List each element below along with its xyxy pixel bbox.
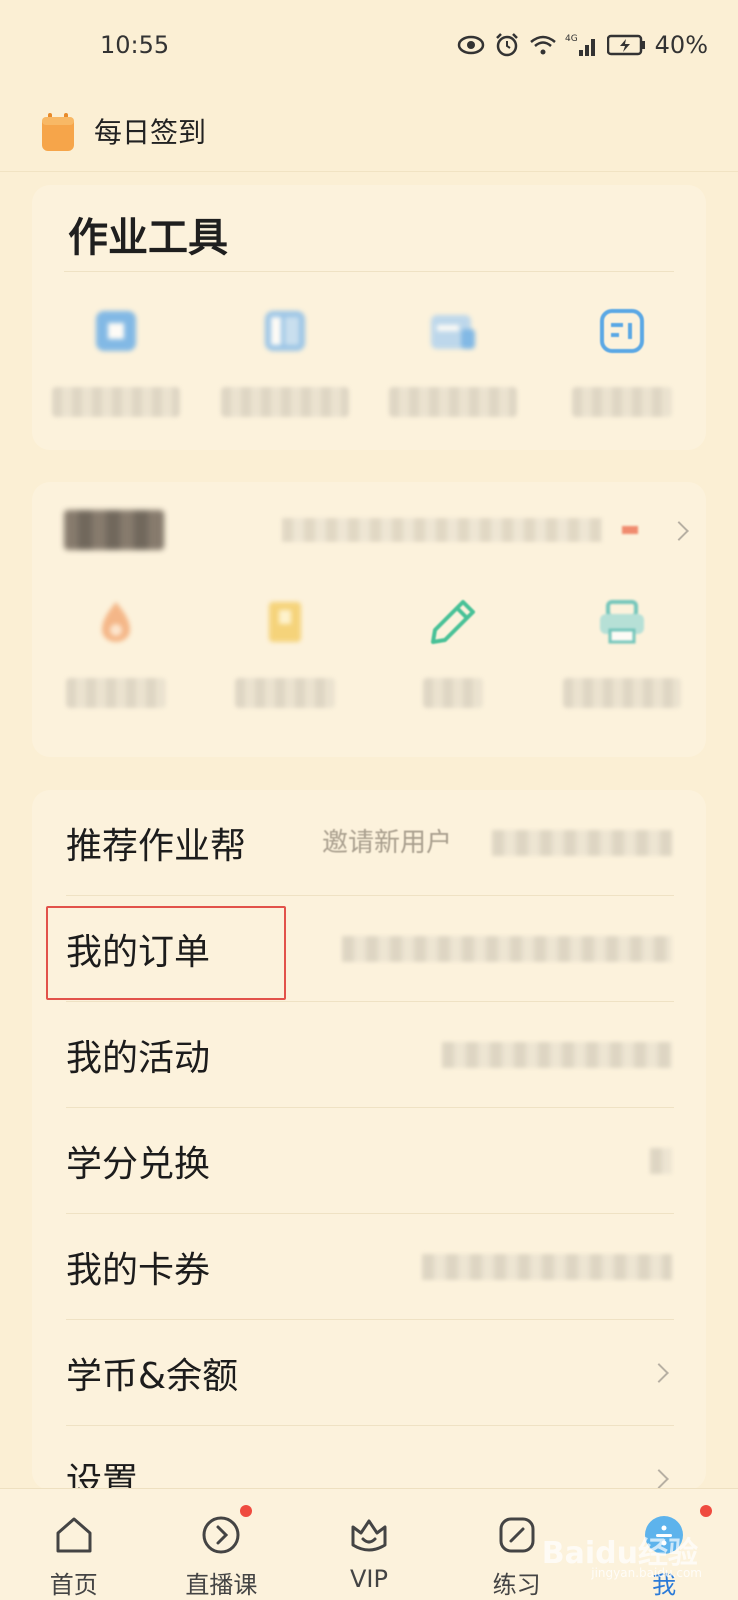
menu-item-settings[interactable]: 设置 [32,1426,706,1490]
baidu-watermark-url: jingyan.baidu.com [591,1566,702,1580]
status-time: 10:55 [100,31,170,59]
menu-item-recommend[interactable]: 推荐作业帮 邀请新用户 [32,790,706,896]
profile-badge-dot [700,1505,713,1517]
chevron-right-icon [649,1363,669,1383]
menu-item-hint-blur [422,1254,672,1280]
vip-crown-icon [351,1519,387,1552]
nav-live[interactable]: 直播课 [148,1489,296,1600]
menu-item-hint-blur [442,1042,672,1068]
tool-item-1[interactable] [32,303,201,417]
menu-item-label: 我的卡券 [66,1250,211,1291]
homework-tools-title: 作业工具 [68,215,228,261]
mall-grid [32,594,706,708]
chevron-right-icon [649,1469,669,1489]
mall-label-3 [423,678,484,708]
practice-pen-icon [499,1517,535,1553]
nav-label: 直播课 [185,1571,258,1599]
menu-list-card: 推荐作业帮 邀请新用户 我的订单 我的活动 学分兑换 我的卡券 学币&余额 设置 [32,790,706,1490]
mall-item-1[interactable] [32,594,201,708]
mall-label-2 [234,678,335,708]
status-icons: 4G 40% [457,31,708,59]
nav-vip[interactable]: VIP [295,1489,443,1600]
signal-icon: 4G [565,31,599,59]
tool-icon-4 [599,309,644,353]
menu-item-label: 我的活动 [66,1038,211,1079]
tool-item-2[interactable] [201,303,370,417]
daily-checkin-button[interactable]: 每日签到 [38,109,206,153]
menu-item-hint-blur [492,830,672,856]
nav-label: 练习 [492,1571,541,1599]
tool-icon-2 [264,311,305,351]
mall-icon-1 [102,602,131,642]
mall-item-3[interactable] [369,594,538,708]
nav-label: 首页 [49,1571,98,1599]
tool-label-3 [389,387,518,417]
mall-icon-2 [268,602,301,642]
tool-icon-3 [431,315,476,349]
header: 每日签到 [0,90,738,172]
printer-icon [599,600,644,644]
menu-item-label: 学分兑换 [66,1144,211,1185]
daily-checkin-label: 每日签到 [94,115,207,149]
nav-label: VIP [350,1565,388,1593]
menu-item-hint-blur [650,1148,672,1174]
chevron-right-icon [669,521,689,541]
tools-grid [32,303,706,417]
home-icon [56,1517,92,1553]
calendar-checkin-icon [42,112,74,151]
tool-item-3[interactable] [369,303,538,417]
eye-icon [457,31,485,59]
status-bar: 10:55 4G 40% [0,0,738,90]
menu-item-label: 设置 [66,1461,139,1490]
battery-icon [606,31,647,59]
menu-item-coins-balance[interactable]: 学币&余额 [32,1320,706,1426]
network-label: 4G [565,34,578,44]
live-play-icon [202,1516,240,1554]
battery-percent: 40% [654,31,708,59]
mall-subtitle [282,518,602,542]
pen-icon [431,600,476,644]
tool-label-4 [571,387,672,417]
tool-label-2 [220,387,349,417]
menu-item-credit-exchange[interactable]: 学分兑换 [32,1108,706,1214]
homework-tools-card: 作业工具 [32,185,706,450]
mall-header[interactable] [32,482,706,572]
live-badge-dot [239,1505,252,1517]
highlight-box [46,906,286,1000]
tool-item-4[interactable] [538,303,707,417]
tool-icon-1 [96,311,137,351]
mall-item-2[interactable] [201,594,370,708]
divider [64,271,674,272]
mall-label-4 [562,678,681,708]
mall-title [64,510,164,550]
menu-item-label: 学币&余额 [66,1356,239,1397]
menu-item-label: 推荐作业帮 [66,826,247,867]
tool-label-1 [52,387,181,417]
mall-badge-dot [622,526,638,534]
mall-item-4[interactable] [538,594,707,708]
menu-item-hint-blur [342,936,672,962]
menu-item-my-activities[interactable]: 我的活动 [32,1002,706,1108]
alarm-icon [493,31,521,59]
menu-item-hint: 邀请新用户 [322,828,453,858]
wifi-icon [529,31,557,59]
nav-home[interactable]: 首页 [0,1489,148,1600]
mall-card [32,482,706,757]
menu-item-my-coupons[interactable]: 我的卡券 [32,1214,706,1320]
mall-label-1 [66,678,167,708]
